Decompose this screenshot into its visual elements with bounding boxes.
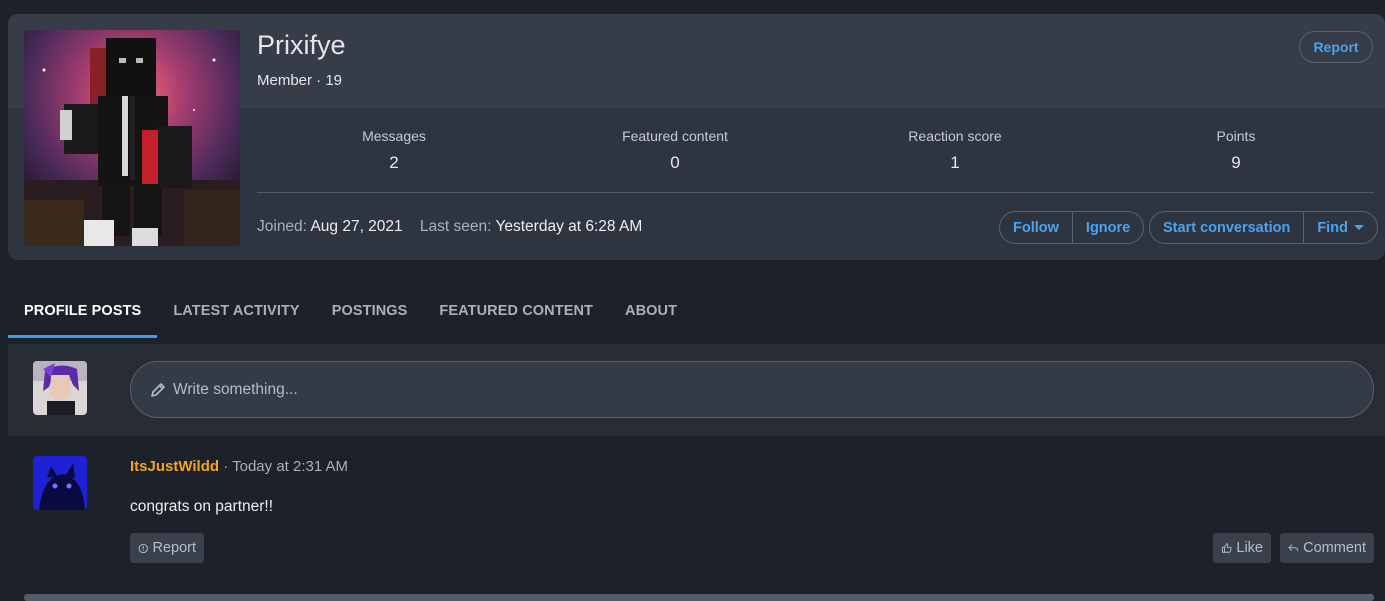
joined-label: Joined: xyxy=(257,218,307,235)
ignore-button[interactable]: Ignore xyxy=(1071,212,1143,243)
member-title: Member · 19 xyxy=(257,72,343,89)
joined-info: Joined: Aug 27, 2021 Last seen: Yesterda… xyxy=(257,218,642,236)
profile-post-composer: Write something... xyxy=(8,344,1385,436)
find-menu-button[interactable]: Find xyxy=(1303,212,1377,243)
post-body: congrats on partner!! xyxy=(130,498,274,515)
post-report-button[interactable]: Report xyxy=(130,533,204,563)
thumbs-up-icon xyxy=(1221,543,1232,553)
post-time[interactable]: Today at 2:31 AM xyxy=(232,458,348,475)
conversation-find-group: Start conversation Find xyxy=(1149,211,1378,244)
stat-value: 0 xyxy=(670,153,680,172)
post-meta-separator: · xyxy=(223,458,229,475)
profile-username: Prixifye xyxy=(257,30,346,60)
stat-points[interactable]: Points 9 xyxy=(1136,128,1336,173)
tab-latest-activity[interactable]: LATEST ACTIVITY xyxy=(157,284,315,338)
follow-button[interactable]: Follow xyxy=(1000,212,1072,243)
horizontal-scrollbar[interactable] xyxy=(24,594,1374,601)
post-meta: ItsJustWildd · Today at 2:31 AM xyxy=(130,458,348,475)
post-author-avatar[interactable] xyxy=(33,456,87,510)
comment-button[interactable]: Comment xyxy=(1280,533,1374,563)
write-something-input[interactable]: Write something... xyxy=(130,361,1374,418)
profile-card: Prixifye Member · 19 Report Messages 2 F… xyxy=(8,14,1385,260)
reply-icon xyxy=(1288,544,1299,552)
stat-featured-content[interactable]: Featured content 0 xyxy=(575,128,775,173)
post-author-name[interactable]: ItsJustWildd xyxy=(130,458,219,475)
stat-value: 2 xyxy=(389,153,399,172)
tab-about[interactable]: ABOUT xyxy=(609,284,693,338)
stat-value: 9 xyxy=(1231,153,1241,172)
alert-circle-icon xyxy=(138,543,148,553)
write-placeholder: Write something... xyxy=(173,380,298,398)
tab-postings[interactable]: POSTINGS xyxy=(316,284,424,338)
last-seen-label: Last seen: xyxy=(419,218,492,235)
find-label: Find xyxy=(1317,219,1348,236)
stat-label: Messages xyxy=(362,128,426,144)
stat-label: Featured content xyxy=(622,128,728,144)
last-seen-value[interactable]: Yesterday at 6:28 AM xyxy=(495,218,642,235)
comment-label: Comment xyxy=(1303,540,1366,556)
like-button[interactable]: Like xyxy=(1213,533,1271,563)
stat-messages[interactable]: Messages 2 xyxy=(294,128,494,173)
like-label: Like xyxy=(1236,540,1263,556)
profile-avatar[interactable] xyxy=(24,30,240,246)
report-profile-button[interactable]: Report xyxy=(1299,31,1373,63)
post-report-label: Report xyxy=(152,540,196,556)
profile-tabs: PROFILE POSTS LATEST ACTIVITY POSTINGS F… xyxy=(8,284,693,338)
tab-profile-posts[interactable]: PROFILE POSTS xyxy=(8,284,158,338)
start-conversation-button[interactable]: Start conversation xyxy=(1150,212,1303,243)
follow-ignore-group: Follow Ignore xyxy=(999,211,1145,244)
joined-date: Aug 27, 2021 xyxy=(310,218,403,235)
stat-reaction-score[interactable]: Reaction score 1 xyxy=(855,128,1055,173)
stat-label: Reaction score xyxy=(908,128,1002,144)
tab-featured-content[interactable]: FEATURED CONTENT xyxy=(423,284,609,338)
current-user-avatar[interactable] xyxy=(33,361,87,415)
profile-stats: Messages 2 Featured content 0 Reaction s… xyxy=(257,128,1374,193)
caret-down-icon xyxy=(1353,225,1364,230)
stat-label: Points xyxy=(1216,128,1256,144)
stat-value: 1 xyxy=(950,153,960,172)
pencil-icon xyxy=(151,382,165,397)
